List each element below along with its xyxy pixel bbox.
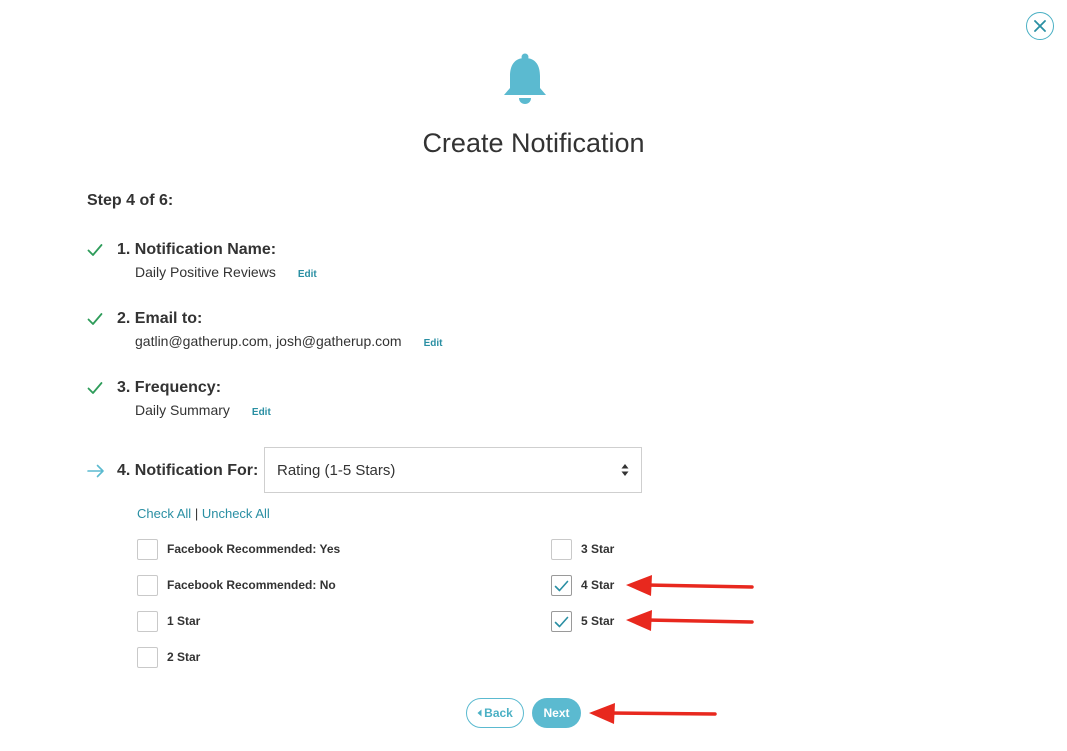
edit-frequency-link[interactable]: Edit bbox=[252, 404, 271, 422]
step-frequency: 3. Frequency: Daily Summary Edit bbox=[87, 378, 687, 420]
check-all-link[interactable]: Check All bbox=[137, 506, 191, 521]
close-button[interactable] bbox=[1026, 12, 1054, 40]
close-icon bbox=[1034, 20, 1046, 32]
caret-left-icon bbox=[477, 709, 482, 717]
arrow-right-icon bbox=[87, 464, 104, 478]
notification-for-select[interactable]: Rating (1-5 Stars) bbox=[264, 447, 642, 493]
option-5-star: 5 Star bbox=[551, 611, 614, 632]
4-star-checkbox[interactable] bbox=[551, 575, 572, 596]
red-arrow-annotation bbox=[626, 610, 754, 631]
select-value: Rating (1-5 Stars) bbox=[277, 461, 396, 479]
5-star-checkbox[interactable] bbox=[551, 611, 572, 632]
3-star-checkbox[interactable] bbox=[551, 539, 572, 560]
check-links: Check All | Uncheck All bbox=[137, 506, 270, 522]
checkmark-icon bbox=[87, 382, 103, 394]
step-value: Daily Positive Reviews bbox=[135, 264, 276, 280]
option-label: Facebook Recommended: Yes bbox=[167, 542, 341, 556]
red-arrow-annotation bbox=[589, 703, 717, 724]
modal-title: Create Notification bbox=[422, 128, 645, 158]
option-3-star: 3 Star bbox=[551, 539, 614, 560]
option-4-star: 4 Star bbox=[551, 575, 614, 596]
option-label: 1 Star bbox=[167, 614, 201, 628]
back-button-label: Back bbox=[484, 706, 513, 720]
facebook-yes-checkbox[interactable] bbox=[137, 539, 158, 560]
option-1-star: 1 Star bbox=[137, 611, 200, 632]
step-notification-name: 1. Notification Name: Daily Positive Rev… bbox=[87, 240, 687, 282]
edit-email-link[interactable]: Edit bbox=[424, 335, 443, 353]
step-value: gatlin@gatherup.com, josh@gatherup.com bbox=[135, 333, 402, 349]
option-label: 4 Star bbox=[581, 578, 615, 592]
checkmark-icon bbox=[554, 616, 569, 627]
step-heading: 1. Notification Name: bbox=[117, 241, 277, 258]
option-label: 2 Star bbox=[167, 650, 201, 664]
facebook-no-checkbox[interactable] bbox=[137, 575, 158, 596]
step-heading: 2. Email to: bbox=[117, 310, 203, 327]
2-star-checkbox[interactable] bbox=[137, 647, 158, 668]
step-heading: 4. Notification For: bbox=[117, 462, 259, 479]
next-button[interactable]: Next bbox=[532, 698, 581, 728]
step-value: Daily Summary bbox=[135, 402, 230, 418]
uncheck-all-link[interactable]: Uncheck All bbox=[202, 506, 270, 521]
next-button-label: Next bbox=[543, 706, 570, 720]
bell-icon bbox=[501, 52, 549, 111]
check-links-separator: | bbox=[194, 506, 199, 521]
option-label: 5 Star bbox=[581, 614, 615, 628]
option-label: 3 Star bbox=[581, 542, 615, 556]
step-progress-label: Step 4 of 6: bbox=[87, 192, 174, 209]
checkmark-icon bbox=[554, 580, 569, 591]
checkmark-icon bbox=[87, 244, 103, 256]
checkmark-icon bbox=[87, 313, 103, 325]
red-arrow-annotation bbox=[626, 575, 754, 596]
step-heading: 3. Frequency: bbox=[117, 379, 222, 396]
back-button[interactable]: Back bbox=[466, 698, 524, 728]
step-email-to: 2. Email to: gatlin@gatherup.com, josh@g… bbox=[87, 309, 687, 351]
sort-caret-icon bbox=[621, 464, 629, 476]
edit-notification-name-link[interactable]: Edit bbox=[298, 266, 317, 284]
option-facebook-no: Facebook Recommended: No bbox=[137, 575, 336, 596]
option-facebook-yes: Facebook Recommended: Yes bbox=[137, 539, 340, 560]
option-2-star: 2 Star bbox=[137, 647, 200, 668]
option-label: Facebook Recommended: No bbox=[167, 578, 336, 592]
1-star-checkbox[interactable] bbox=[137, 611, 158, 632]
